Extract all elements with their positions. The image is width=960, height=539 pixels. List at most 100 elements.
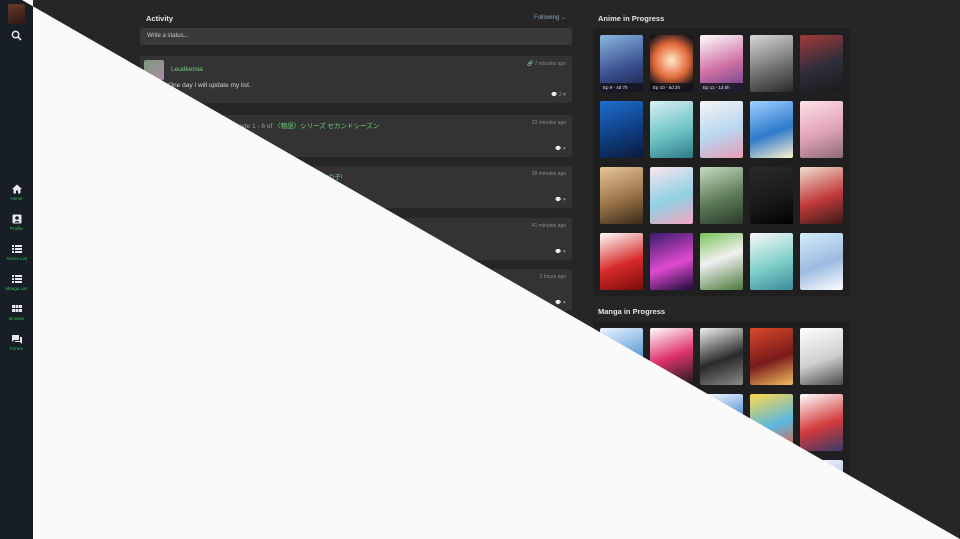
avatar[interactable] xyxy=(176,287,194,305)
heart-icon[interactable]: ♥ xyxy=(563,300,566,306)
anime-cover[interactable] xyxy=(750,101,793,158)
status-input[interactable]: Write a status... xyxy=(140,28,572,45)
anime-cover[interactable] xyxy=(800,233,843,290)
manga-cover[interactable] xyxy=(750,328,793,385)
activity-filter-dropdown[interactable]: Following ⌄ xyxy=(534,14,566,21)
anime-cover[interactable] xyxy=(800,101,843,158)
username-link[interactable]: NovaNightmare xyxy=(176,439,221,446)
avatar[interactable] xyxy=(176,133,194,151)
timestamp: 2 hours ago xyxy=(539,384,566,390)
link-icon[interactable]: 🔗 xyxy=(527,61,533,67)
sidebar-item-home[interactable]: Home xyxy=(0,184,33,201)
media-link[interactable]: ヒナまつり xyxy=(268,491,301,498)
heart-icon[interactable]: ♥ xyxy=(563,357,566,363)
reply-icon[interactable]: 💬 xyxy=(555,462,561,468)
manga-cover[interactable] xyxy=(600,394,643,451)
search-icon[interactable] xyxy=(11,30,22,41)
media-cover[interactable] xyxy=(140,269,170,311)
avatar[interactable] xyxy=(176,184,194,202)
reply-icon[interactable]: 💬 xyxy=(551,92,557,98)
heart-icon[interactable]: ♥ xyxy=(563,462,566,468)
username-link[interactable]: NovaNightmare xyxy=(176,226,221,233)
media-link[interactable]: 進撃の巨人 LOST GIRLS xyxy=(267,226,339,233)
sidebar-item-browse[interactable]: Browse xyxy=(0,304,33,321)
avatar[interactable] xyxy=(176,397,194,415)
heart-icon[interactable]: ♥ xyxy=(563,92,566,98)
heart-icon[interactable]: ♥ xyxy=(563,197,566,203)
sidebar-item-manga-list[interactable]: Manga List xyxy=(0,274,33,291)
sidebar-item-anime-list[interactable]: Anime List xyxy=(0,244,33,261)
media-cover[interactable] xyxy=(140,431,170,473)
activity-text: Anautica Watched episode 9 of ヒナまつり xyxy=(176,488,300,498)
media-link[interactable]: メガロボクス xyxy=(287,439,326,446)
reply-icon[interactable]: 💬 xyxy=(555,249,561,255)
anime-cover[interactable] xyxy=(600,233,643,290)
heart-icon[interactable]: ♥ xyxy=(563,514,566,520)
media-link[interactable]: 三ツ星カラーズ xyxy=(267,277,312,284)
anime-cover[interactable] xyxy=(650,101,693,158)
heart-icon[interactable]: ♥ xyxy=(563,410,566,416)
sidebar-item-forum[interactable]: Forum xyxy=(0,334,33,351)
media-link[interactable]: トモちゃんは女の子! xyxy=(282,174,342,181)
anime-cover[interactable] xyxy=(700,101,743,158)
username-link[interactable]: NovaNightmare xyxy=(176,277,221,284)
reply-icon[interactable]: 💬 xyxy=(555,197,561,203)
username-link[interactable]: NovaNightmare xyxy=(176,387,221,394)
manga-cover[interactable] xyxy=(650,394,693,451)
username-link[interactable]: Leudkemia xyxy=(171,66,203,73)
media-cover[interactable] xyxy=(140,218,170,260)
media-link[interactable]: 〈物語〉シリーズ セカンドシーズン xyxy=(274,123,379,130)
manga-cover[interactable] xyxy=(700,328,743,385)
media-cover[interactable] xyxy=(140,166,170,208)
manga-cover[interactable] xyxy=(750,394,793,451)
manga-cover[interactable] xyxy=(750,460,793,517)
reply-icon[interactable]: 💬 xyxy=(551,357,557,363)
username-link[interactable]: Anautica xyxy=(176,491,201,498)
media-cover[interactable] xyxy=(140,483,170,525)
manga-cover[interactable] xyxy=(800,328,843,385)
manga-cover[interactable] xyxy=(800,394,843,451)
manga-cover[interactable] xyxy=(650,328,693,385)
manga-cover[interactable] xyxy=(700,394,743,451)
manga-cover[interactable] xyxy=(700,460,743,517)
avatar[interactable] xyxy=(8,4,25,24)
anime-cover[interactable] xyxy=(750,167,793,224)
heart-icon[interactable]: ♥ xyxy=(563,146,566,152)
anime-cover[interactable] xyxy=(650,167,693,224)
avatar[interactable] xyxy=(176,449,194,467)
user-avatar[interactable] xyxy=(144,60,164,80)
anime-cover[interactable] xyxy=(700,167,743,224)
user-avatar[interactable] xyxy=(144,325,164,345)
manga-cover[interactable] xyxy=(600,460,643,517)
manga-cover[interactable] xyxy=(650,460,693,517)
anime-cover[interactable] xyxy=(700,233,743,290)
anime-cover[interactable]: Ep 10 - 6d 2h xyxy=(650,35,693,92)
heart-icon[interactable]: ♥ xyxy=(563,249,566,255)
reply-icon[interactable]: 💬 xyxy=(555,146,561,152)
avatar[interactable] xyxy=(176,236,194,254)
anime-cover[interactable] xyxy=(750,233,793,290)
media-link[interactable]: 青鬼のツーマ 紫ノ忍 瑠璃音のえりな xyxy=(256,387,364,394)
manga-cover[interactable] xyxy=(800,460,843,517)
media-cover[interactable] xyxy=(140,115,170,157)
avatar[interactable] xyxy=(176,501,194,519)
anime-cover[interactable] xyxy=(600,101,643,158)
reply-icon[interactable]: 💬 xyxy=(555,410,561,416)
reply-icon[interactable]: 💬 xyxy=(555,514,561,520)
username-link[interactable]: Huss xyxy=(171,331,186,338)
reply-icon[interactable]: 💬 xyxy=(555,300,561,306)
manga-cover[interactable] xyxy=(600,328,643,385)
anime-cover[interactable] xyxy=(600,167,643,224)
anime-cover[interactable]: Ep 9 - 4d 7h xyxy=(600,35,643,92)
anime-cover[interactable] xyxy=(750,35,793,92)
timestamp: 🔗 7 minutes ago xyxy=(526,61,566,67)
media-cover[interactable] xyxy=(140,379,170,421)
anime-cover[interactable] xyxy=(650,233,693,290)
anime-cover[interactable] xyxy=(800,35,843,92)
list-item: Huss 2 hours ago daily reminder that sco… xyxy=(140,320,572,368)
username-link[interactable]: Seftono xyxy=(176,123,198,130)
sidebar-item-profile[interactable]: Profile xyxy=(0,214,33,231)
anime-cover[interactable] xyxy=(800,167,843,224)
username-link[interactable]: Davidexo xyxy=(176,174,203,181)
anime-cover[interactable]: Ep 11 - 1d 5h xyxy=(700,35,743,92)
